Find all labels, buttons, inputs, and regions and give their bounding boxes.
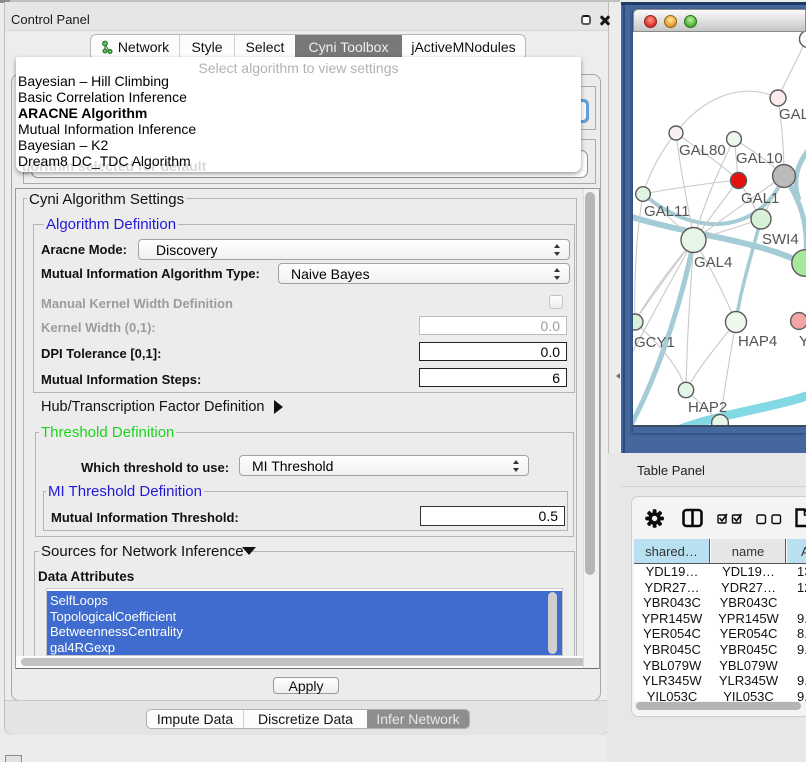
svg-text:GAL10: GAL10 xyxy=(736,150,783,167)
svg-text:GAL4: GAL4 xyxy=(694,254,732,271)
svg-text:Y: Y xyxy=(799,333,806,350)
svg-text:GAL80: GAL80 xyxy=(679,142,726,159)
svg-text:HAP2: HAP2 xyxy=(688,399,727,416)
svg-text:GCY1: GCY1 xyxy=(634,334,675,351)
svg-text:SWI4: SWI4 xyxy=(762,231,799,248)
svg-text:GAL11: GAL11 xyxy=(644,203,690,220)
svg-text:GAL7: GAL7 xyxy=(779,106,806,123)
svg-text:GAL1: GAL1 xyxy=(741,190,779,207)
svg-text:HAP4: HAP4 xyxy=(738,333,777,350)
